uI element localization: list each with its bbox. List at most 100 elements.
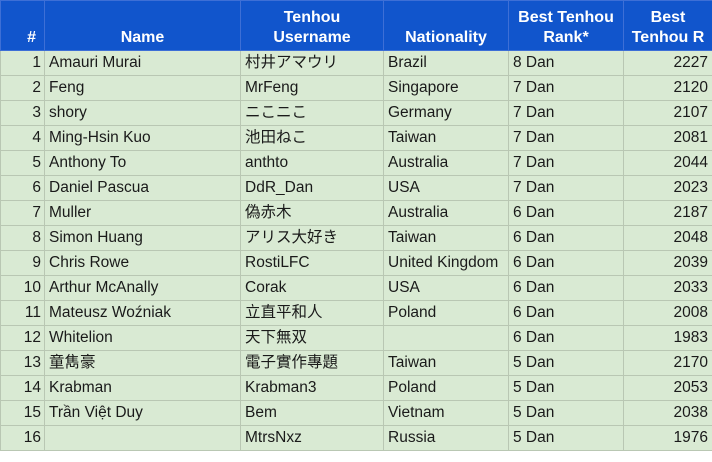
column-header-nationality[interactable]: Nationality [383, 0, 509, 51]
cell-name[interactable]: Krabman [44, 375, 241, 401]
cell-rating[interactable]: 2053 [623, 375, 712, 401]
cell-rating[interactable]: 1983 [623, 325, 712, 351]
cell-rating[interactable]: 2187 [623, 200, 712, 226]
cell-rank[interactable]: 7 Dan [508, 75, 624, 101]
cell-username[interactable]: MrFeng [240, 75, 384, 101]
cell-rating[interactable]: 2227 [623, 50, 712, 76]
cell-nationality[interactable] [383, 325, 509, 351]
cell-name[interactable]: Mateusz Woźniak [44, 300, 241, 326]
cell-number[interactable]: 13 [0, 350, 45, 376]
cell-rating[interactable]: 2107 [623, 100, 712, 126]
cell-rank[interactable]: 8 Dan [508, 50, 624, 76]
cell-username[interactable]: Bem [240, 400, 384, 426]
cell-username[interactable]: 電子實作專題 [240, 350, 384, 376]
cell-name[interactable]: Anthony To [44, 150, 241, 176]
column-header-name[interactable]: Name [44, 0, 241, 51]
cell-nationality[interactable]: Taiwan [383, 225, 509, 251]
cell-nationality[interactable]: Taiwan [383, 125, 509, 151]
cell-nationality[interactable]: Brazil [383, 50, 509, 76]
cell-nationality[interactable]: USA [383, 175, 509, 201]
cell-rating[interactable]: 2170 [623, 350, 712, 376]
cell-username[interactable]: 立直平和人 [240, 300, 384, 326]
cell-username[interactable]: RostiLFC [240, 250, 384, 276]
cell-number[interactable]: 5 [0, 150, 45, 176]
cell-nationality[interactable]: United Kingdom [383, 250, 509, 276]
cell-number[interactable]: 11 [0, 300, 45, 326]
cell-nationality[interactable]: Singapore [383, 75, 509, 101]
cell-nationality[interactable]: Vietnam [383, 400, 509, 426]
cell-number[interactable]: 2 [0, 75, 45, 101]
cell-rank[interactable]: 7 Dan [508, 125, 624, 151]
cell-number[interactable]: 9 [0, 250, 45, 276]
cell-rank[interactable]: 7 Dan [508, 150, 624, 176]
cell-nationality[interactable]: Poland [383, 375, 509, 401]
column-header-rating[interactable]: Best Tenhou R [623, 0, 712, 51]
cell-rank[interactable]: 6 Dan [508, 250, 624, 276]
column-header-username[interactable]: Tenhou Username [240, 0, 384, 51]
cell-rank[interactable]: 5 Dan [508, 425, 624, 451]
cell-name[interactable] [44, 425, 241, 451]
cell-name[interactable]: Trần Việt Duy [44, 400, 241, 426]
cell-rank[interactable]: 6 Dan [508, 225, 624, 251]
cell-rank[interactable]: 5 Dan [508, 400, 624, 426]
cell-number[interactable]: 10 [0, 275, 45, 301]
cell-name[interactable]: Chris Rowe [44, 250, 241, 276]
cell-number[interactable]: 3 [0, 100, 45, 126]
cell-nationality[interactable]: Taiwan [383, 350, 509, 376]
cell-rating[interactable]: 2044 [623, 150, 712, 176]
cell-name[interactable]: 童雋豪 [44, 350, 241, 376]
cell-rating[interactable]: 2033 [623, 275, 712, 301]
cell-rank[interactable]: 7 Dan [508, 175, 624, 201]
cell-rating[interactable]: 2048 [623, 225, 712, 251]
cell-name[interactable]: Amauri Murai [44, 50, 241, 76]
cell-username[interactable]: anthto [240, 150, 384, 176]
cell-name[interactable]: Whitelion [44, 325, 241, 351]
cell-rank[interactable]: 6 Dan [508, 200, 624, 226]
cell-rank[interactable]: 7 Dan [508, 100, 624, 126]
cell-name[interactable]: shory [44, 100, 241, 126]
cell-name[interactable]: Ming-Hsin Kuo [44, 125, 241, 151]
cell-name[interactable]: Muller [44, 200, 241, 226]
cell-nationality[interactable]: Russia [383, 425, 509, 451]
cell-username[interactable]: DdR_Dan [240, 175, 384, 201]
cell-name[interactable]: Simon Huang [44, 225, 241, 251]
cell-nationality[interactable]: USA [383, 275, 509, 301]
cell-username[interactable]: 偽赤木 [240, 200, 384, 226]
cell-username[interactable]: MtrsNxz [240, 425, 384, 451]
cell-nationality[interactable]: Australia [383, 200, 509, 226]
cell-name[interactable]: Arthur McAnally [44, 275, 241, 301]
cell-rating[interactable]: 2039 [623, 250, 712, 276]
cell-number[interactable]: 16 [0, 425, 45, 451]
cell-nationality[interactable]: Germany [383, 100, 509, 126]
cell-nationality[interactable]: Australia [383, 150, 509, 176]
cell-number[interactable]: 1 [0, 50, 45, 76]
cell-number[interactable]: 12 [0, 325, 45, 351]
column-header-number[interactable]: # [0, 0, 45, 51]
cell-rating[interactable]: 2120 [623, 75, 712, 101]
cell-username[interactable]: 天下無双 [240, 325, 384, 351]
cell-username[interactable]: 池田ねこ [240, 125, 384, 151]
cell-username[interactable]: Krabman3 [240, 375, 384, 401]
cell-username[interactable]: Corak [240, 275, 384, 301]
cell-rating[interactable]: 2081 [623, 125, 712, 151]
cell-username[interactable]: 村井アマウリ [240, 50, 384, 76]
cell-rating[interactable]: 2038 [623, 400, 712, 426]
cell-nationality[interactable]: Poland [383, 300, 509, 326]
cell-username[interactable]: アリス大好き [240, 225, 384, 251]
cell-name[interactable]: Feng [44, 75, 241, 101]
cell-number[interactable]: 7 [0, 200, 45, 226]
cell-rank[interactable]: 6 Dan [508, 300, 624, 326]
cell-rank[interactable]: 5 Dan [508, 375, 624, 401]
cell-number[interactable]: 14 [0, 375, 45, 401]
cell-rank[interactable]: 6 Dan [508, 275, 624, 301]
cell-number[interactable]: 6 [0, 175, 45, 201]
cell-username[interactable]: ニこニこ [240, 100, 384, 126]
cell-rating[interactable]: 2008 [623, 300, 712, 326]
cell-number[interactable]: 8 [0, 225, 45, 251]
cell-number[interactable]: 4 [0, 125, 45, 151]
cell-rating[interactable]: 1976 [623, 425, 712, 451]
cell-rank[interactable]: 5 Dan [508, 350, 624, 376]
cell-rank[interactable]: 6 Dan [508, 325, 624, 351]
cell-rating[interactable]: 2023 [623, 175, 712, 201]
column-header-rank[interactable]: Best Tenhou Rank* [508, 0, 624, 51]
